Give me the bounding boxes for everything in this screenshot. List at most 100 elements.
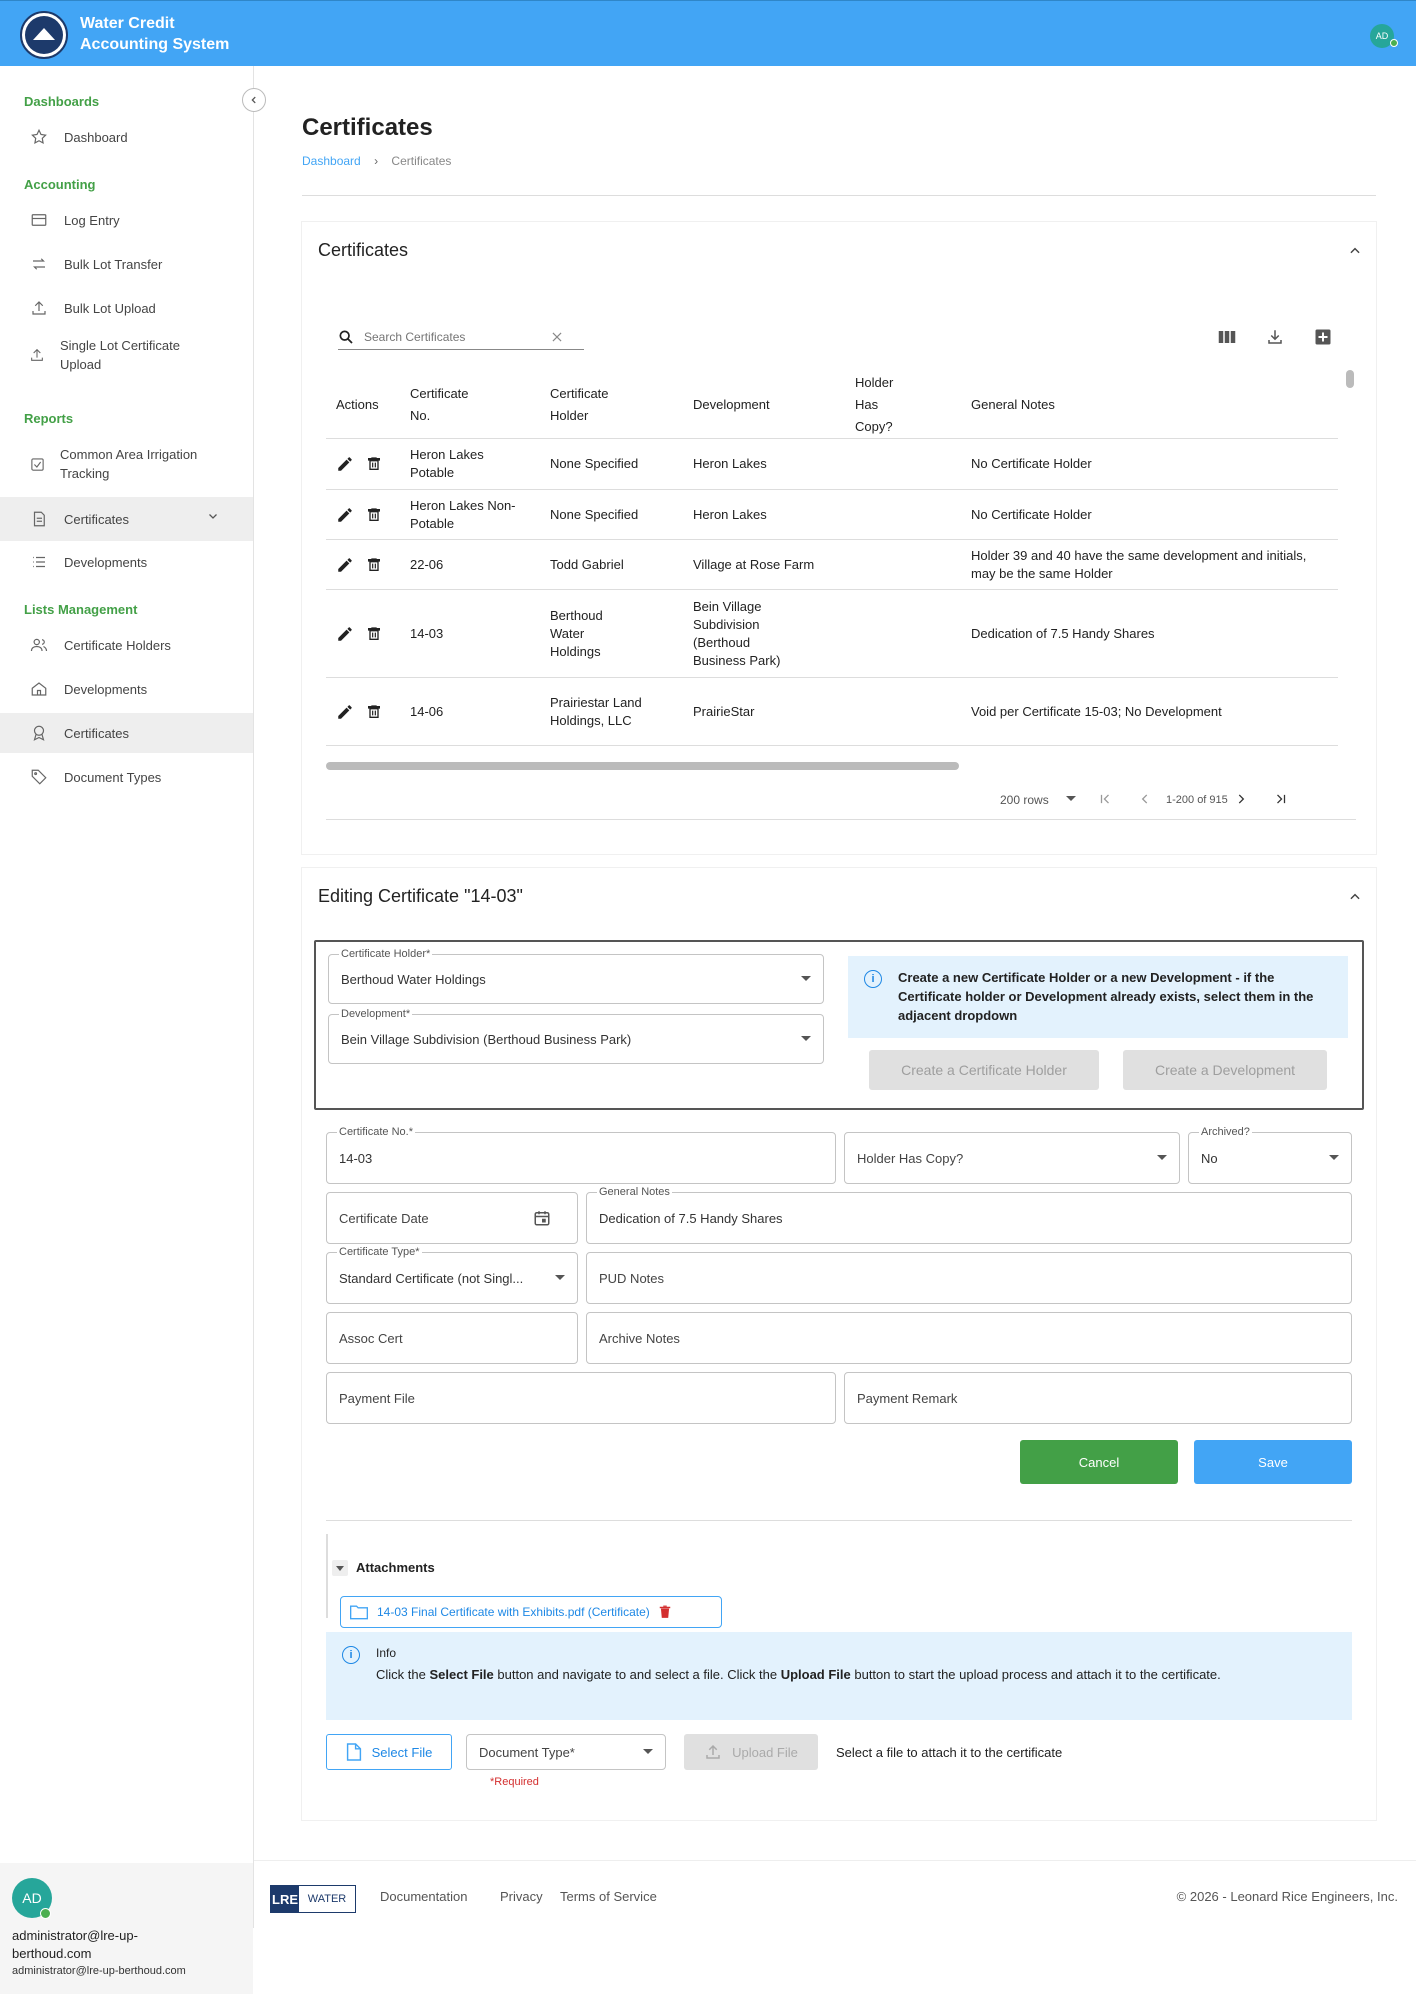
- privacy-link[interactable]: Privacy: [500, 1889, 543, 1904]
- table-row[interactable]: 14-06 Prairiestar Land Holdings, LLC Pra…: [326, 677, 1338, 746]
- upload-hint: Select a file to attach it to the certif…: [836, 1745, 1063, 1760]
- calendar-icon[interactable]: [533, 1209, 551, 1230]
- archive-notes-field[interactable]: Archive Notes: [586, 1312, 1352, 1364]
- sidebar-item-label: Bulk Lot Transfer: [64, 256, 163, 272]
- delete-trash-icon[interactable]: [366, 703, 382, 721]
- cell-cert-no: 22-06: [400, 539, 540, 590]
- delete-trash-icon[interactable]: [366, 625, 382, 643]
- sidebar: Dashboards Dashboard Accounting Log Entr…: [0, 66, 254, 1994]
- create-certificate-holder-button[interactable]: Create a Certificate Holder: [869, 1050, 1099, 1090]
- field-value: Bein Village Subdivision (Berthoud Busin…: [341, 1031, 632, 1047]
- table-row[interactable]: 14-03 Berthoud Water Holdings Bein Villa…: [326, 589, 1338, 678]
- table-row[interactable]: Heron Lakes Potable None Specified Heron…: [326, 438, 1338, 490]
- field-value: No: [1201, 1150, 1218, 1166]
- save-button[interactable]: Save: [1194, 1440, 1352, 1484]
- first-page-icon[interactable]: [1098, 792, 1112, 809]
- collapse-sidebar-button[interactable]: [242, 88, 266, 112]
- sidebar-item-document-types[interactable]: Document Types: [0, 757, 253, 797]
- divider: [302, 195, 1376, 196]
- document-type-select[interactable]: Document Type*: [466, 1734, 666, 1770]
- attachment-filename[interactable]: 14-03 Final Certificate with Exhibits.pd…: [377, 1605, 650, 1619]
- certificate-type-select[interactable]: Certificate Type* Standard Certificate (…: [326, 1245, 578, 1304]
- sidebar-item-certificate-holders[interactable]: Certificate Holders: [0, 625, 253, 665]
- horizontal-scrollbar[interactable]: [326, 762, 959, 770]
- next-page-icon[interactable]: [1234, 792, 1248, 809]
- breadcrumb-dashboard-link[interactable]: Dashboard: [302, 154, 361, 168]
- attachment-item[interactable]: 14-03 Final Certificate with Exhibits.pd…: [340, 1596, 722, 1628]
- rows-per-page-select[interactable]: 200 rows: [1000, 793, 1049, 807]
- col-header-holder[interactable]: Certificate Holder: [550, 383, 640, 427]
- table-header-row: Actions Certificate No. Certificate Hold…: [326, 372, 1338, 439]
- cell-development: Heron Lakes: [683, 438, 845, 490]
- prev-page-icon[interactable]: [1138, 792, 1152, 809]
- cell-holder: Berthoud Water Holdings: [550, 607, 603, 659]
- info-icon: i: [342, 1646, 360, 1664]
- file-icon: [346, 1743, 361, 1761]
- edit-pencil-icon[interactable]: [336, 455, 354, 473]
- holder-has-copy-select[interactable]: Holder Has Copy?: [844, 1132, 1180, 1184]
- dropdown-caret-icon: [1329, 1155, 1339, 1160]
- development-select[interactable]: Development* Bein Village Subdivision (B…: [328, 1007, 824, 1064]
- sidebar-item-developments-report[interactable]: Developments: [0, 542, 253, 582]
- columns-icon[interactable]: [1216, 326, 1238, 348]
- sidebar-item-bulk-lot-upload[interactable]: Bulk Lot Upload: [0, 288, 253, 328]
- section-lists-management: Lists Management: [24, 602, 138, 617]
- sidebar-item-single-lot-upload[interactable]: Single Lot Certificate Upload: [0, 332, 253, 378]
- user-email: administrator@lre-up-berthoud.com: [12, 1965, 186, 1977]
- vertical-scrollbar[interactable]: [1346, 370, 1354, 388]
- add-certificate-icon[interactable]: [1312, 326, 1334, 348]
- col-header-general-notes[interactable]: General Notes: [961, 372, 1338, 439]
- upload-file-label: Upload File: [732, 1744, 798, 1760]
- payment-file-field[interactable]: Payment File: [326, 1372, 836, 1424]
- search-input[interactable]: [364, 329, 544, 344]
- last-page-icon[interactable]: [1274, 792, 1288, 809]
- sidebar-item-certificates-report[interactable]: Certificates: [0, 497, 253, 541]
- sidebar-item-bulk-lot-transfer[interactable]: Bulk Lot Transfer: [0, 244, 253, 284]
- sidebar-item-certificates[interactable]: Certificates: [0, 713, 253, 753]
- sidebar-item-common-area[interactable]: Common Area Irrigation Tracking: [0, 442, 253, 486]
- edit-pencil-icon[interactable]: [336, 506, 354, 524]
- delete-trash-icon[interactable]: [366, 455, 382, 473]
- terms-link[interactable]: Terms of Service: [560, 1889, 657, 1904]
- rows-dropdown-caret-icon[interactable]: [1066, 796, 1076, 801]
- documentation-link[interactable]: Documentation: [380, 1889, 467, 1904]
- table-row[interactable]: Heron Lakes Non-Potable None Specified H…: [326, 489, 1338, 540]
- edit-pencil-icon[interactable]: [336, 625, 354, 643]
- clear-search-icon[interactable]: [550, 330, 564, 344]
- certificate-holder-select[interactable]: Certificate Holder* Berthoud Water Holdi…: [328, 947, 824, 1004]
- certificate-no-field[interactable]: Certificate No.* 14-03: [326, 1125, 836, 1184]
- info-icon: i: [864, 970, 882, 988]
- edit-pencil-icon[interactable]: [336, 703, 354, 721]
- delete-trash-icon[interactable]: [366, 506, 382, 524]
- cancel-button[interactable]: Cancel: [1020, 1440, 1178, 1484]
- sidebar-item-dashboard[interactable]: Dashboard: [0, 117, 253, 157]
- info-banner: i Create a new Certificate Holder or a n…: [848, 956, 1348, 1038]
- collapse-attachments-icon[interactable]: [332, 1560, 348, 1576]
- delete-trash-icon[interactable]: [366, 556, 382, 574]
- cell-holder-copy: [845, 438, 961, 490]
- cell-notes: Dedication of 7.5 Handy Shares: [961, 589, 1338, 678]
- sidebar-item-developments[interactable]: Developments: [0, 669, 253, 709]
- col-header-development[interactable]: Development: [683, 372, 845, 439]
- delete-attachment-icon[interactable]: [658, 1604, 672, 1620]
- cell-notes: No Certificate Holder: [961, 438, 1338, 490]
- col-header-holder-copy[interactable]: Holder Has Copy?: [855, 372, 903, 438]
- tag-icon: [28, 766, 50, 788]
- general-notes-field[interactable]: General Notes Dedication of 7.5 Handy Sh…: [586, 1185, 1352, 1244]
- create-development-button[interactable]: Create a Development: [1123, 1050, 1327, 1090]
- field-placeholder: Payment Remark: [857, 1390, 958, 1406]
- download-icon[interactable]: [1264, 326, 1286, 348]
- certificate-date-field[interactable]: Certificate Date: [326, 1192, 578, 1244]
- edit-pencil-icon[interactable]: [336, 556, 354, 574]
- col-header-cert-no[interactable]: Certificate No.: [410, 383, 490, 427]
- collapse-chevron-icon[interactable]: [1348, 244, 1362, 258]
- archived-select[interactable]: Archived? No: [1188, 1125, 1352, 1184]
- pud-notes-field[interactable]: PUD Notes: [586, 1252, 1352, 1304]
- sidebar-item-log-entry[interactable]: Log Entry: [0, 200, 253, 240]
- payment-remark-field[interactable]: Payment Remark: [844, 1372, 1352, 1424]
- collapse-chevron-icon[interactable]: [1348, 890, 1362, 904]
- table-row[interactable]: 22-06 Todd Gabriel Village at Rose Farm …: [326, 539, 1338, 590]
- select-file-button[interactable]: Select File: [326, 1734, 452, 1770]
- assoc-cert-field[interactable]: Assoc Cert: [326, 1312, 578, 1364]
- upload-file-button[interactable]: Upload File: [684, 1734, 818, 1770]
